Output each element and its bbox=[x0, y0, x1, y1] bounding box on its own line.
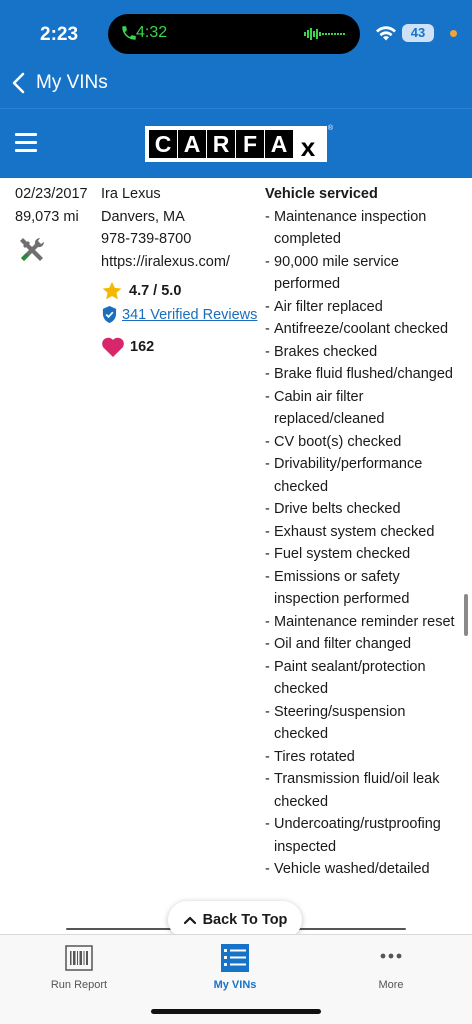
service-item: CV boot(s) checked bbox=[265, 431, 460, 454]
star-icon bbox=[102, 281, 122, 300]
tab-run-report[interactable]: Run Report bbox=[19, 943, 139, 991]
home-indicator bbox=[151, 1009, 321, 1014]
barcode-icon bbox=[65, 945, 93, 971]
dealer-name[interactable]: Ira Lexus bbox=[101, 183, 266, 206]
service-item: Fuel system checked bbox=[265, 543, 460, 566]
tab-my-vins[interactable]: My VINs bbox=[175, 943, 295, 991]
logo-letter: x bbox=[294, 132, 322, 162]
heart-icon bbox=[102, 337, 124, 357]
service-item: Drivability/performance checked bbox=[265, 453, 460, 498]
service-list: Maintenance inspection completed 90,000 … bbox=[265, 206, 460, 881]
service-item: Paint sealant/protection checked bbox=[265, 656, 460, 701]
logo-letter: F bbox=[236, 130, 264, 158]
carfax-logo: C A R F A x ® bbox=[145, 125, 333, 162]
wifi-icon bbox=[376, 26, 396, 41]
service-item: Steering/suspension checked bbox=[265, 701, 460, 746]
dealer-column: Ira Lexus Danvers, MA 978-739-8700 https… bbox=[101, 183, 266, 273]
history-content[interactable]: 02/23/2017 89,073 mi Ira Lexus Danvers, … bbox=[0, 178, 472, 934]
back-button[interactable]: My VINs bbox=[10, 72, 108, 94]
dynamic-island[interactable]: 4:32 bbox=[108, 14, 360, 54]
service-item: 90,000 mile service performed bbox=[265, 251, 460, 296]
dealer-phone[interactable]: 978-739-8700 bbox=[101, 228, 266, 251]
service-tools-icon bbox=[20, 237, 45, 261]
verified-reviews[interactable]: 341 Verified Reviews bbox=[101, 305, 257, 324]
privacy-dot bbox=[450, 30, 457, 37]
service-item: Transmission fluid/oil leak checked bbox=[265, 768, 460, 813]
dealer-website[interactable]: https://iralexus.com/ bbox=[101, 251, 266, 274]
logo-letter: R bbox=[207, 130, 235, 158]
favorites-count: 162 bbox=[130, 339, 155, 355]
back-label: My VINs bbox=[36, 72, 108, 93]
service-item: Undercoating/rustproofing inspected bbox=[265, 813, 460, 858]
tab-my-vins-label: My VINs bbox=[213, 979, 257, 991]
service-item: Brakes checked bbox=[265, 341, 460, 364]
service-heading: Vehicle serviced bbox=[265, 186, 378, 202]
tab-more[interactable]: More bbox=[331, 943, 451, 991]
service-column: Vehicle serviced Maintenance inspection … bbox=[265, 183, 460, 881]
service-item: Air filter replaced bbox=[265, 296, 460, 319]
logo-trademark: ® bbox=[327, 125, 333, 132]
service-item: Oil and filter changed bbox=[265, 633, 460, 656]
more-icon bbox=[380, 953, 402, 959]
navigation-bar: My VINs bbox=[0, 60, 472, 108]
service-item: Maintenance reminder reset bbox=[265, 611, 460, 634]
service-item: Tires rotated bbox=[265, 746, 460, 769]
service-item: Maintenance inspection completed bbox=[265, 206, 460, 251]
call-duration: 4:32 bbox=[136, 24, 168, 41]
record-date: 02/23/2017 bbox=[15, 186, 88, 202]
logo-letter: A bbox=[265, 130, 293, 158]
dealer-favorites[interactable]: 162 bbox=[101, 336, 154, 358]
service-item: Cabin air filter replaced/cleaned bbox=[265, 386, 460, 431]
list-icon bbox=[221, 944, 249, 972]
status-bar: 2:23 4:32 43 bbox=[0, 0, 472, 60]
back-to-top-label: Back To Top bbox=[202, 912, 288, 928]
record-date-column: 02/23/2017 89,073 mi bbox=[15, 183, 105, 261]
chevron-up-icon bbox=[183, 916, 196, 925]
dealer-location: Danvers, MA bbox=[101, 208, 185, 225]
battery-indicator: 43 bbox=[402, 24, 434, 42]
scrollbar[interactable] bbox=[464, 594, 468, 636]
menu-icon[interactable] bbox=[15, 133, 37, 152]
service-item: Exhaust system checked bbox=[265, 521, 460, 544]
service-item: Brake fluid flushed/changed bbox=[265, 363, 460, 386]
service-item: Vehicle washed/detailed bbox=[265, 858, 460, 881]
status-time: 2:23 bbox=[40, 24, 79, 45]
chevron-left-icon bbox=[12, 72, 25, 94]
dealer-rating: 4.7 / 5.0 bbox=[101, 280, 181, 302]
rating-value: 4.7 / 5.0 bbox=[129, 283, 182, 299]
app-header: C A R F A x ® bbox=[0, 108, 472, 178]
reviews-link[interactable]: 341 Verified Reviews bbox=[122, 307, 257, 323]
service-item: Antifreeze/coolant checked bbox=[265, 318, 460, 341]
audio-wave-icon bbox=[304, 28, 345, 40]
verified-shield-icon bbox=[102, 306, 117, 323]
logo-letter: C bbox=[149, 130, 177, 158]
service-item: Drive belts checked bbox=[265, 498, 460, 521]
tab-run-report-label: Run Report bbox=[50, 979, 108, 991]
record-mileage: 89,073 mi bbox=[15, 208, 79, 225]
logo-letter: A bbox=[178, 130, 206, 158]
service-item: Emissions or safety inspection performed bbox=[265, 566, 460, 611]
tab-more-label: More bbox=[378, 979, 404, 991]
